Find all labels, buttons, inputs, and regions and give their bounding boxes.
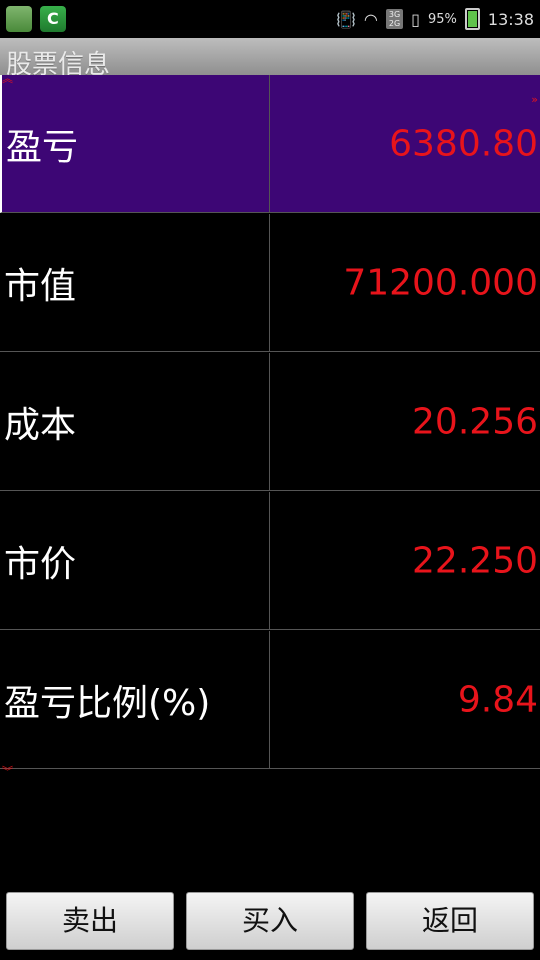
network-bottom-label: 2G [388,19,401,28]
wifi-icon: ◠ [363,9,378,29]
table-row[interactable]: 市价 22.250 [0,492,540,631]
table-row[interactable]: 成本 20.256 [0,353,540,492]
app-notification-icon [6,6,32,32]
row-label: 盈亏 [6,126,79,168]
back-button[interactable]: 返回 [366,892,534,950]
clock: 13:38 [487,9,534,29]
battery-icon [464,8,480,30]
app-c-notification-icon [40,6,66,32]
value-cell: 6380.80 [270,75,540,213]
label-cell: 盈亏 [0,75,270,213]
row-label: 成本 [4,404,77,446]
sim-icon: ▯ [411,9,420,29]
notification-icons [6,6,66,32]
table-row[interactable]: 盈亏比例(%) 9.84 [0,631,540,770]
row-label: 市价 [4,543,77,585]
value-cell: 22.250 [270,492,540,630]
value-cell: 9.84 [270,631,540,769]
label-cell: 市价 [0,492,270,630]
status-bar: 📳 ◠ 3G 2G ▯ 95% 13:38 [0,0,540,38]
row-label: 市值 [4,265,77,307]
battery-percent: 95% [427,11,457,27]
row-label: 盈亏比例(%) [4,682,211,724]
scroll-right-indicator-icon: » [531,93,538,106]
buy-button[interactable]: 买入 [186,892,354,950]
sell-button[interactable]: 卖出 [6,892,174,950]
label-cell: 成本 [0,353,270,491]
scroll-up-indicator-icon: ︽ [2,72,13,85]
row-value: 20.256 [412,401,538,442]
page-title: 股票信息 [6,50,111,75]
network-top-label: 3G [388,10,401,19]
label-cell: 市值 [0,214,270,352]
table-row[interactable]: 盈亏 6380.80 [0,75,540,214]
title-bar: 股票信息 [0,38,540,75]
label-cell: 盈亏比例(%) [0,631,270,769]
value-cell: 71200.000 [270,214,540,352]
network-indicator: 3G 2G [385,9,404,29]
row-value: 6380.80 [389,123,538,164]
value-cell: 20.256 [270,353,540,491]
row-value: 22.250 [412,540,538,581]
row-value: 9.84 [457,679,538,720]
scroll-down-indicator-icon: ︾ [2,765,13,778]
action-bar: 卖出 买入 返回 [0,884,540,960]
row-value: 71200.000 [343,262,538,303]
vibrate-icon: 📳 [335,9,356,29]
table-row[interactable]: 市值 71200.000 [0,214,540,353]
stock-info-table: 盈亏 6380.80 市值 71200.000 成本 20.256 市价 22.… [0,75,540,770]
system-icons: 📳 ◠ 3G 2G ▯ 95% 13:38 [336,8,534,30]
